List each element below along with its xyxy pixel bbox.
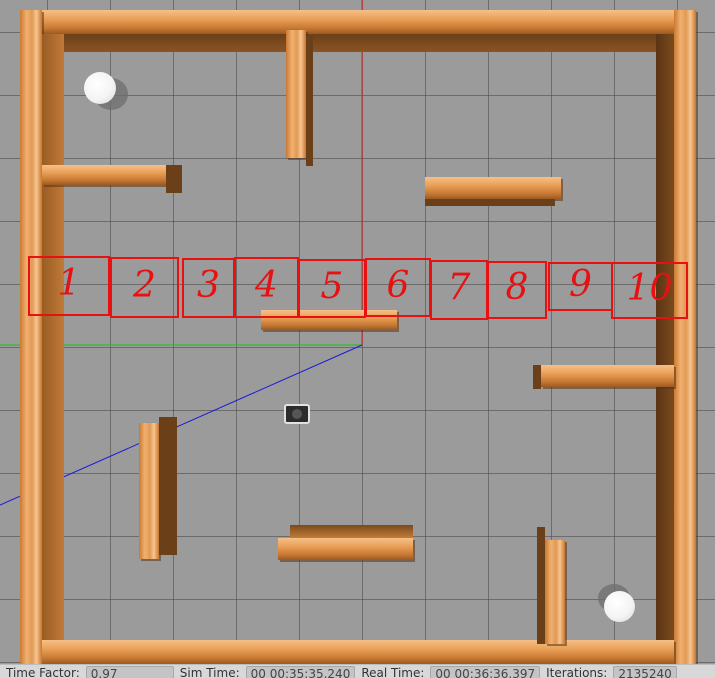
- sim-time-value: 00 00:35:35.240: [245, 666, 356, 678]
- sphere-bottom-right[interactable]: [604, 591, 635, 622]
- wall-right-upper-shadow: [425, 199, 555, 206]
- zone-box-10: 10: [611, 262, 688, 319]
- time-factor-label: Time Factor:: [6, 666, 80, 678]
- zone-box-9: 9: [548, 262, 613, 311]
- wall-right-upper: [425, 177, 561, 199]
- sphere-top-left[interactable]: [84, 72, 116, 104]
- wall-bottom-right-shadow: [537, 527, 545, 644]
- outer-wall-left-shadow: [42, 34, 64, 664]
- zone-box-8: 8: [487, 261, 547, 319]
- zone-label: 3: [197, 265, 220, 307]
- wall-left-upper-shadow: [166, 165, 182, 193]
- zone-label: 2: [133, 264, 156, 306]
- wall-bottom-right: [545, 540, 565, 644]
- outer-wall-top: [22, 10, 694, 34]
- outer-wall-bottom: [42, 640, 674, 664]
- wall-top-center-shadow: [306, 36, 313, 166]
- time-factor-value: 0.97: [85, 666, 174, 678]
- wall-left-lower-shadow: [159, 417, 177, 555]
- iterations-label: Iterations:: [546, 666, 608, 678]
- robot-model[interactable]: [284, 404, 310, 424]
- zone-box-1: 1: [28, 256, 110, 316]
- zone-label: 5: [320, 265, 344, 307]
- zone-box-3: 3: [182, 258, 235, 318]
- zone-label: 4: [255, 264, 278, 306]
- wall-left-lower: [139, 423, 159, 559]
- wall-right-middle-shadow: [533, 365, 541, 389]
- zone-label: 1: [57, 263, 81, 305]
- wall-top-center: [286, 30, 306, 158]
- wall-bottom-center: [278, 538, 413, 560]
- sim-time-label: Sim Time:: [179, 666, 240, 678]
- outer-wall-top-shadow: [42, 34, 674, 52]
- wall-left-upper: [42, 165, 166, 185]
- wall-right-middle: [541, 365, 674, 387]
- zone-label: 9: [569, 263, 592, 305]
- zone-label: 6: [386, 264, 410, 306]
- outer-wall-right: [674, 10, 696, 664]
- zone-box-7: 7: [430, 260, 488, 320]
- outer-wall-left: [20, 10, 42, 664]
- outer-wall-right-shadow: [656, 34, 674, 664]
- real-time-label: Real Time:: [361, 666, 425, 678]
- wall-bottom-center-shadow: [290, 525, 413, 538]
- zone-box-2: 2: [110, 257, 179, 318]
- zone-box-6: 6: [365, 258, 431, 317]
- status-bar: Time Factor: 0.97 Sim Time: 00 00:35:35.…: [0, 664, 715, 678]
- real-time-value: 00 00:36:36.397: [430, 666, 541, 678]
- iterations-value: 2135240: [613, 666, 677, 678]
- zone-label: 8: [505, 267, 529, 309]
- zone-label: 10: [626, 267, 673, 309]
- zone-label: 7: [447, 267, 471, 309]
- zone-box-4: 4: [234, 257, 299, 318]
- zone-box-5: 5: [298, 259, 366, 318]
- simulation-viewport[interactable]: 1 2 3 4 5 6 7 8 9 10: [0, 0, 715, 664]
